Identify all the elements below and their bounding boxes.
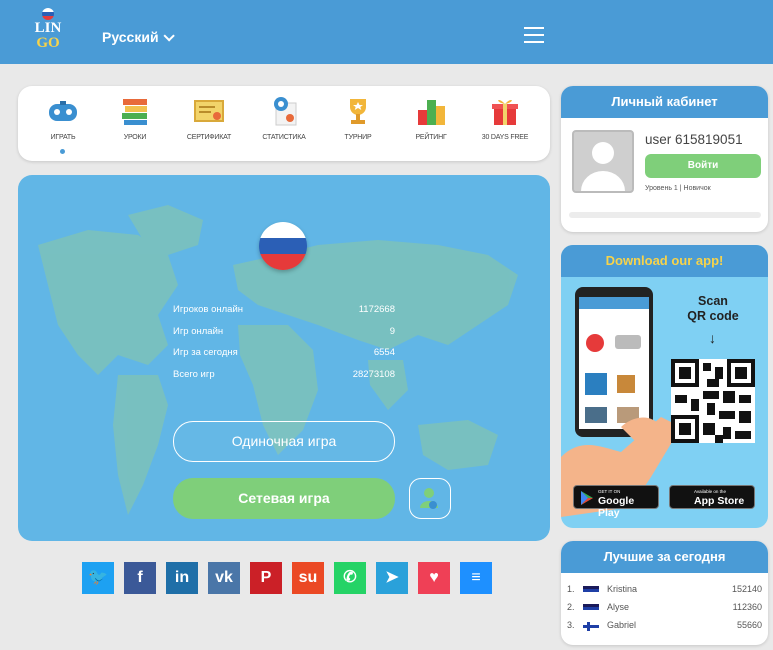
logo-text-bottom: GO (36, 35, 60, 51)
pinterest-icon[interactable]: P (250, 562, 282, 594)
vk-icon[interactable]: vk (208, 562, 240, 594)
twitter-icon[interactable]: 🐦 (82, 562, 114, 594)
player-score: 152140 (731, 584, 762, 594)
stat-label: Всего игр (173, 368, 215, 380)
app-store-small: Available on the (694, 489, 726, 494)
hamburger-menu-icon[interactable] (524, 27, 544, 43)
whatsapp-icon[interactable]: ✆ (334, 562, 366, 594)
avatar (572, 130, 634, 193)
scan-line: QR code (687, 309, 739, 323)
leaderboard-row[interactable]: 3. Gabriel 55660 (567, 620, 762, 634)
menu-label: ИГРАТЬ (50, 134, 76, 141)
stat-value: 1172668 (358, 304, 395, 315)
stat-label: Игроков онлайн (173, 304, 244, 315)
podium-icon (418, 100, 445, 125)
flag-icon (583, 604, 599, 613)
top-bar: LIN GO Русский (0, 0, 773, 64)
language-label: Русский (102, 29, 159, 45)
lingo-logo[interactable]: LIN GO (27, 8, 69, 60)
certificate-icon (194, 100, 224, 122)
menu-label: УРОКИ (123, 134, 147, 141)
player-name: Kristina (607, 584, 638, 594)
user-icon (420, 488, 438, 509)
app-download-panel: Download our app! Scan QR code ↓ GET IT … (561, 245, 768, 528)
google-play-label: Google Play (598, 495, 635, 519)
google-play-small: GET IT ON (598, 489, 621, 494)
stumbleupon-icon[interactable]: su (292, 562, 324, 594)
stat-value: 9 (389, 325, 395, 337)
google-play-icon (581, 491, 593, 505)
statistics-icon (274, 97, 297, 126)
rank: 1. (567, 584, 575, 594)
stat-row: Игр за сегодня 6554 (173, 347, 395, 369)
stat-label: Игр за сегодня (173, 347, 238, 358)
menu-label: ТУРНИР (344, 134, 372, 141)
player-score: 55660 (736, 620, 762, 630)
message-icon[interactable]: ≡ (460, 562, 492, 594)
telegram-icon[interactable]: ➤ (376, 562, 408, 594)
active-menu-indicator (60, 149, 65, 154)
pocket-icon[interactable]: ♥ (418, 562, 450, 594)
stat-label: Игр онлайн (173, 325, 224, 337)
gift-icon (492, 99, 518, 125)
account-title: Личный кабинет (561, 86, 768, 118)
qr-code[interactable] (671, 359, 755, 443)
menu-label: 30 DAYS FREE (481, 134, 529, 141)
menu-label: СТАТИСТИКА (262, 134, 306, 141)
player-name: Alyse (607, 602, 630, 612)
stat-value: 28273108 (352, 368, 395, 380)
network-game-button[interactable]: Сетевая игра (173, 478, 395, 519)
app-store-label: App Store (694, 495, 745, 507)
facebook-icon[interactable]: f (124, 562, 156, 594)
player-score: 112360 (732, 602, 762, 612)
single-game-button[interactable]: Одиночная игра (173, 421, 395, 462)
russia-flag-icon (42, 8, 54, 20)
top-players-title: Лучшие за сегодня (561, 541, 768, 573)
scan-qr-text: Scan QR code (673, 294, 753, 324)
login-button[interactable]: Войти (645, 154, 761, 178)
gamepad-icon (49, 101, 77, 121)
chevron-down-icon (163, 30, 175, 42)
russia-flag-icon (259, 222, 307, 270)
stat-row: Игроков онлайн 1172668 (173, 304, 395, 326)
app-store-button[interactable]: Available on the App Store (669, 485, 755, 509)
default-avatar-icon (581, 142, 625, 191)
stat-row: Всего игр 28273108 (173, 369, 395, 391)
menu-item-play[interactable]: ИГРАТЬ (32, 94, 94, 141)
finland-flag-icon (583, 622, 599, 631)
menu-item-lessons[interactable]: УРОКИ (104, 94, 166, 141)
logo-text-top: LIN (34, 20, 62, 36)
trophy-icon (350, 99, 366, 124)
scan-line: Scan (698, 294, 728, 308)
menu-item-rating[interactable]: РЕЙТИНГ (400, 94, 462, 141)
flag-icon (583, 586, 599, 595)
top-players-panel: Лучшие за сегодня 1. Kristina 152140 2. … (561, 541, 768, 645)
menu-item-30-days-free[interactable]: 30 DAYS FREE (474, 94, 536, 141)
menu-item-statistics[interactable]: СТАТИСТИКА (253, 94, 315, 141)
player-name: Gabriel (607, 620, 637, 630)
game-menu: ИГРАТЬ УРОКИ СЕРТИФИКАТ СТАТИСТИКА ТУРНИ… (18, 86, 550, 161)
linkedin-icon[interactable]: in (166, 562, 198, 594)
online-stats: Игроков онлайн 1172668 Игр онлайн 9 Игр … (173, 304, 395, 390)
account-panel: Личный кабинет user 615819051 Войти Уров… (561, 86, 768, 232)
language-selector[interactable]: Русский (102, 29, 175, 45)
rank: 2. (567, 602, 575, 612)
leaderboard-row[interactable]: 2. Alyse 112360 (567, 602, 762, 616)
rank: 3. (567, 620, 575, 630)
stat-value: 6554 (373, 347, 395, 358)
play-with-friend-button[interactable] (409, 478, 451, 519)
menu-label: РЕЙТИНГ (415, 134, 447, 141)
menu-item-certificate[interactable]: СЕРТИФИКАТ (178, 94, 240, 141)
leaderboard-row[interactable]: 1. Kristina 152140 (567, 584, 762, 598)
menu-label: СЕРТИФИКАТ (186, 134, 232, 141)
app-download-title: Download our app! (561, 245, 768, 277)
google-play-button[interactable]: GET IT ON Google Play (573, 485, 659, 519)
level-progress-bar (569, 212, 761, 218)
stat-row: Игр онлайн 9 (173, 326, 395, 348)
arrow-down-icon: ↓ (709, 330, 716, 346)
user-level: Уровень 1 | Новичок (645, 185, 711, 192)
books-icon (122, 99, 147, 125)
menu-item-tournament[interactable]: ТУРНИР (327, 94, 389, 141)
username: user 615819051 (645, 132, 743, 147)
